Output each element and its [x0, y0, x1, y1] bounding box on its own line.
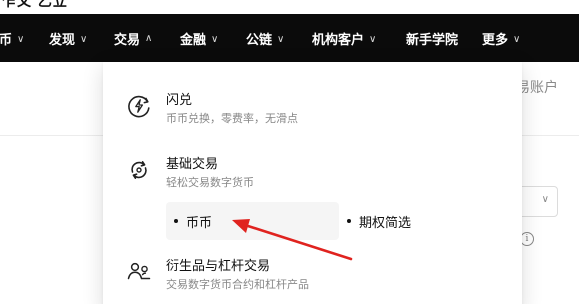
nav-item-label: 更多 [482, 32, 509, 48]
menu-item-title: 闪兑 [166, 93, 193, 108]
chevron-down-icon: ∨ [211, 33, 219, 45]
nav-item-label: 交易 [114, 32, 141, 48]
info-icon[interactable]: i [520, 232, 534, 246]
nav-item-more[interactable]: 更多 ∨ [482, 14, 520, 62]
nav-item-label: 发现 [49, 32, 76, 48]
chevron-down-icon: ∨ [277, 33, 285, 45]
nav-item-label: 新手学院 [406, 32, 459, 48]
nav-item-coins[interactable]: 币 ∨ [0, 14, 24, 62]
bullet-dot-icon [347, 219, 351, 223]
nav-item-label: 公链 [246, 32, 273, 48]
nav-item-trade[interactable]: 交易 ∧ [114, 14, 152, 62]
nav-item-label: 机构客户 [312, 32, 365, 48]
sub-item-label: 币币 [186, 215, 213, 231]
menu-item-flash-swap[interactable]: 闪兑 币币兑换，零费率，无滑点 [103, 82, 522, 142]
nav-item-academy[interactable]: 新手学院 [406, 14, 458, 62]
chevron-up-icon: ∧ [145, 32, 153, 44]
menu-item-desc: 轻松交易数字货币 [166, 176, 254, 189]
refresh-icon [131, 161, 147, 179]
menu-item-derivatives[interactable]: 衍生品与杠杆交易 交易数字货币合约和杠杆产品 [103, 248, 522, 304]
cropped-header-text: 乍乂 乙立 [2, 0, 68, 10]
menu-item-spot-trading[interactable]: 基础交易 轻松交易数字货币 [103, 146, 522, 206]
menu-item-desc: 交易数字货币合约和杠杆产品 [166, 278, 309, 291]
nav-item-finance[interactable]: 金融 ∨ [180, 14, 218, 62]
chevron-down-icon: ∨ [369, 33, 377, 45]
chevron-down-icon: ∨ [17, 33, 25, 45]
sub-item-label: 期权简选 [359, 215, 412, 231]
menu-item-title: 基础交易 [166, 157, 219, 172]
chevron-down-icon: ∨ [513, 33, 521, 45]
flash-swap-icon [128, 95, 150, 118]
sub-item-options[interactable]: 期权简选 [339, 202, 499, 240]
bullet-dot-icon [174, 219, 178, 223]
nav-item-label: 金融 [180, 32, 207, 48]
nav-item-institutional[interactable]: 机构客户 ∨ [312, 14, 376, 62]
nav-item-chain[interactable]: 公链 ∨ [246, 14, 284, 62]
background-account-link[interactable]: 易账户 [516, 77, 558, 97]
users-icon [127, 262, 151, 280]
chevron-down-icon: ∨ [541, 194, 549, 205]
page: 乍乂 乙立 币 ∨ 发现 ∨ 交易 ∧ 金融 ∨ 公链 ∨ 机构客户 ∨ 新手学… [0, 0, 579, 304]
trade-dropdown-menu: 闪兑 币币兑换，零费率，无滑点 基础交易 轻松交易数字货币 币币 期权简选 衍生… [103, 62, 522, 304]
menu-item-desc: 币币兑换，零费率，无滑点 [166, 112, 298, 125]
menu-item-title: 衍生品与杠杆交易 [166, 259, 271, 274]
sub-item-spot[interactable]: 币币 [166, 202, 339, 240]
top-strip: 乍乂 乙立 [0, 0, 579, 14]
nav-item-discover[interactable]: 发现 ∨ [49, 14, 87, 62]
top-navbar: 币 ∨ 发现 ∨ 交易 ∧ 金融 ∨ 公链 ∨ 机构客户 ∨ 新手学院 更多 ∨ [0, 14, 579, 62]
chevron-down-icon: ∨ [80, 33, 88, 45]
nav-item-label: 币 [0, 32, 13, 48]
